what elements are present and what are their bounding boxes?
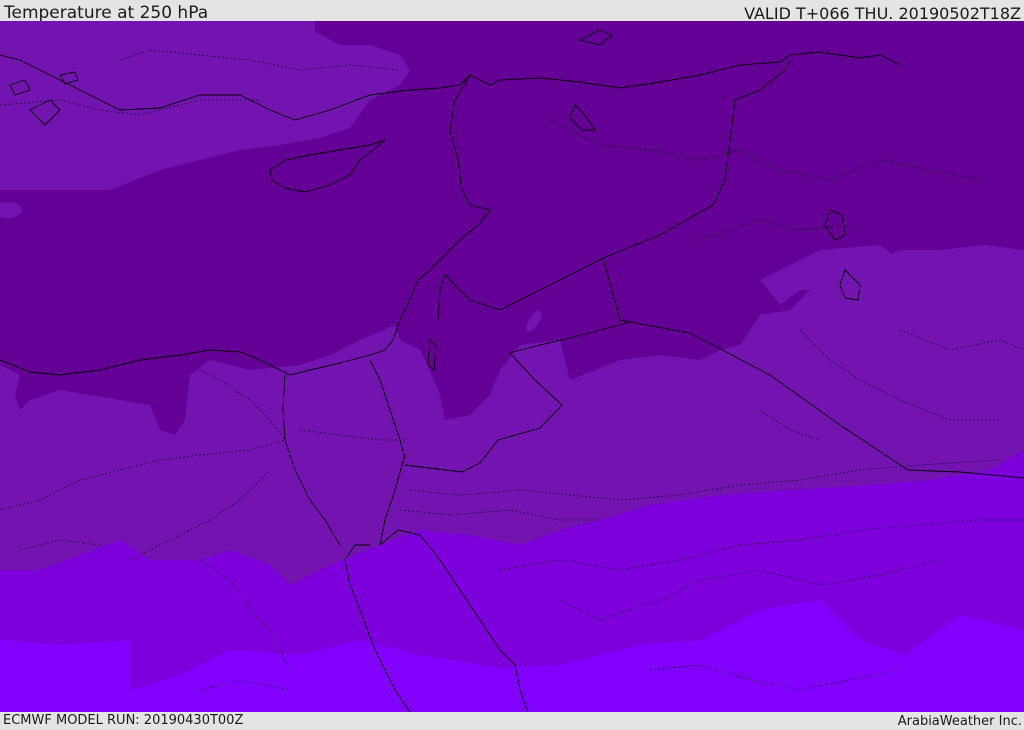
footer-bar: ECMWF MODEL RUN: 20190430T00Z ArabiaWeat… [0,712,1024,729]
temperature-map [0,21,1024,712]
credit-label: ArabiaWeather Inc. [897,714,1022,729]
header-bar: Temperature at 250 hPa VALID T+066 THU. … [0,0,1024,23]
model-run-label: ECMWF MODEL RUN: 20190430T00Z [3,713,244,728]
